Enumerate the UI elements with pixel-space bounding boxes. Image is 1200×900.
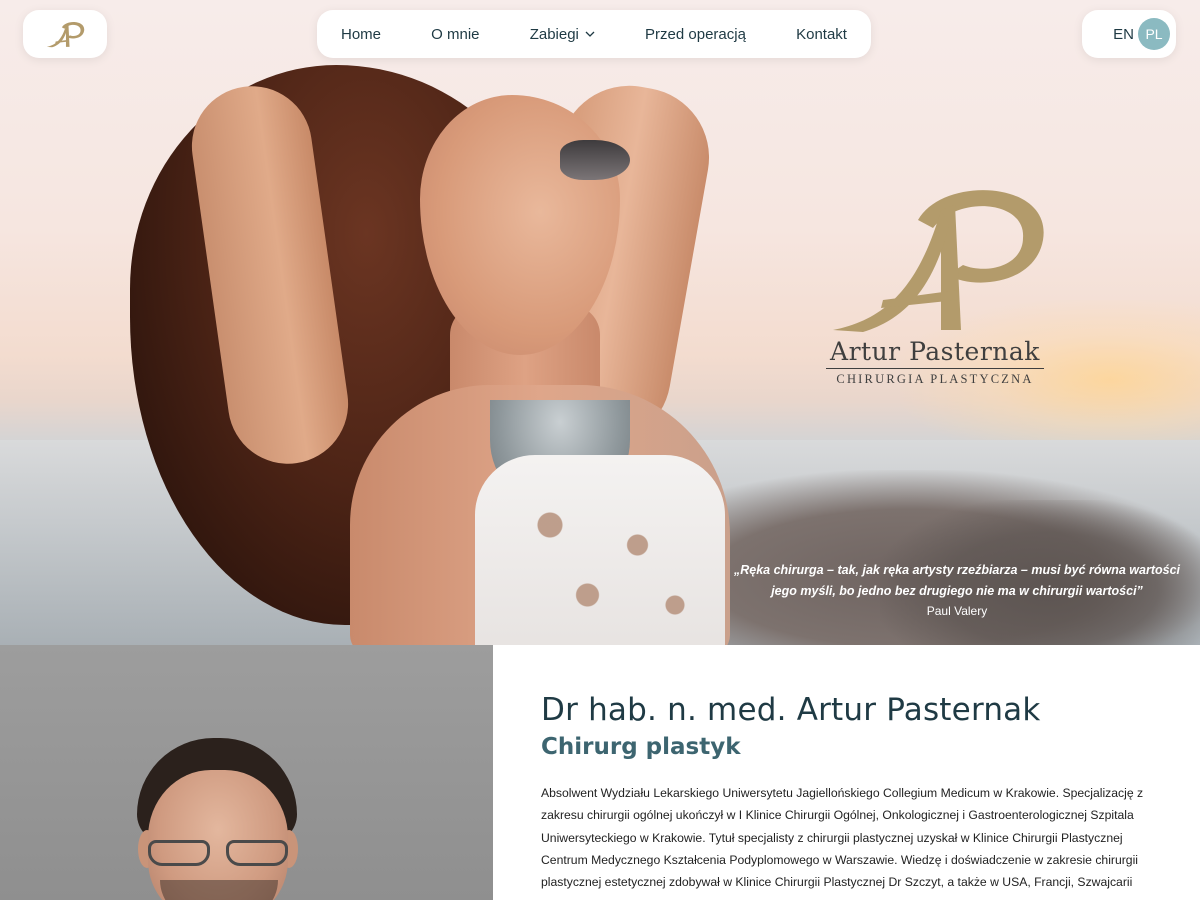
hero-brand-logo: Artur Pasternak CHIRURGIA PLASTYCZNA <box>820 180 1050 386</box>
nav-item-zabiegi[interactable]: Zabiegi <box>530 26 595 43</box>
nav-item-label: O mnie <box>431 25 480 43</box>
brand-subtitle: CHIRURGIA PLASTYCZNA <box>836 372 1034 386</box>
nav-item-kontakt[interactable]: Kontakt <box>796 26 847 43</box>
nav-item-o-mnie[interactable]: O mnie <box>431 26 479 43</box>
nav-item-home[interactable]: Home <box>341 26 381 43</box>
doctor-bio-text: Absolwent Wydziału Lekarskiego Uniwersyt… <box>541 786 1144 890</box>
nav-item-label: Przed operacją <box>645 25 746 43</box>
quote-line-1: „Ręka chirurga – tak, jak ręka artysty r… <box>733 563 1181 577</box>
doctor-glasses <box>148 840 288 870</box>
nav-item-label: Home <box>341 25 382 43</box>
logo-button[interactable] <box>23 10 107 58</box>
hero-quote: „Ręka chirurga – tak, jak ręka artysty r… <box>720 560 1194 618</box>
main-nav: Home O mnie Zabiegi Przed operacją Konta… <box>317 10 871 58</box>
nav-item-label: Kontakt <box>796 25 847 43</box>
about-section: Dr hab. n. med. Artur Pasternak Chirurg … <box>541 645 1171 893</box>
nav-item-label: Zabiegi <box>529 25 579 43</box>
quote-line-2: jego myśli, bo jedno bez drugiego nie ma… <box>771 584 1143 598</box>
quote-author: Paul Valery <box>926 604 988 618</box>
chevron-down-icon <box>585 31 595 37</box>
lang-option-pl-active[interactable]: PL <box>1138 18 1170 50</box>
ap-logo-icon <box>46 22 85 48</box>
hero-section: Artur Pasternak CHIRURGIA PLASTYCZNA „Rę… <box>0 0 1200 645</box>
doctor-role-subheading: Chirurg plastyk <box>541 734 741 760</box>
nav-item-przed-operacja[interactable]: Przed operacją <box>645 26 746 43</box>
hero-woman-image <box>120 55 740 645</box>
sunglasses <box>560 140 630 180</box>
brand-divider <box>826 368 1044 369</box>
crochet-dress <box>475 455 725 645</box>
brand-name: Artur Pasternak <box>830 337 1040 366</box>
language-switcher: EN PL <box>1082 10 1176 58</box>
doctor-name-heading: Dr hab. n. med. Artur Pasternak <box>541 692 1041 728</box>
doctor-beard <box>160 880 278 900</box>
lang-option-en[interactable]: EN <box>1113 26 1134 43</box>
doctor-photo <box>0 645 493 900</box>
ap-monogram-icon <box>832 190 1044 332</box>
